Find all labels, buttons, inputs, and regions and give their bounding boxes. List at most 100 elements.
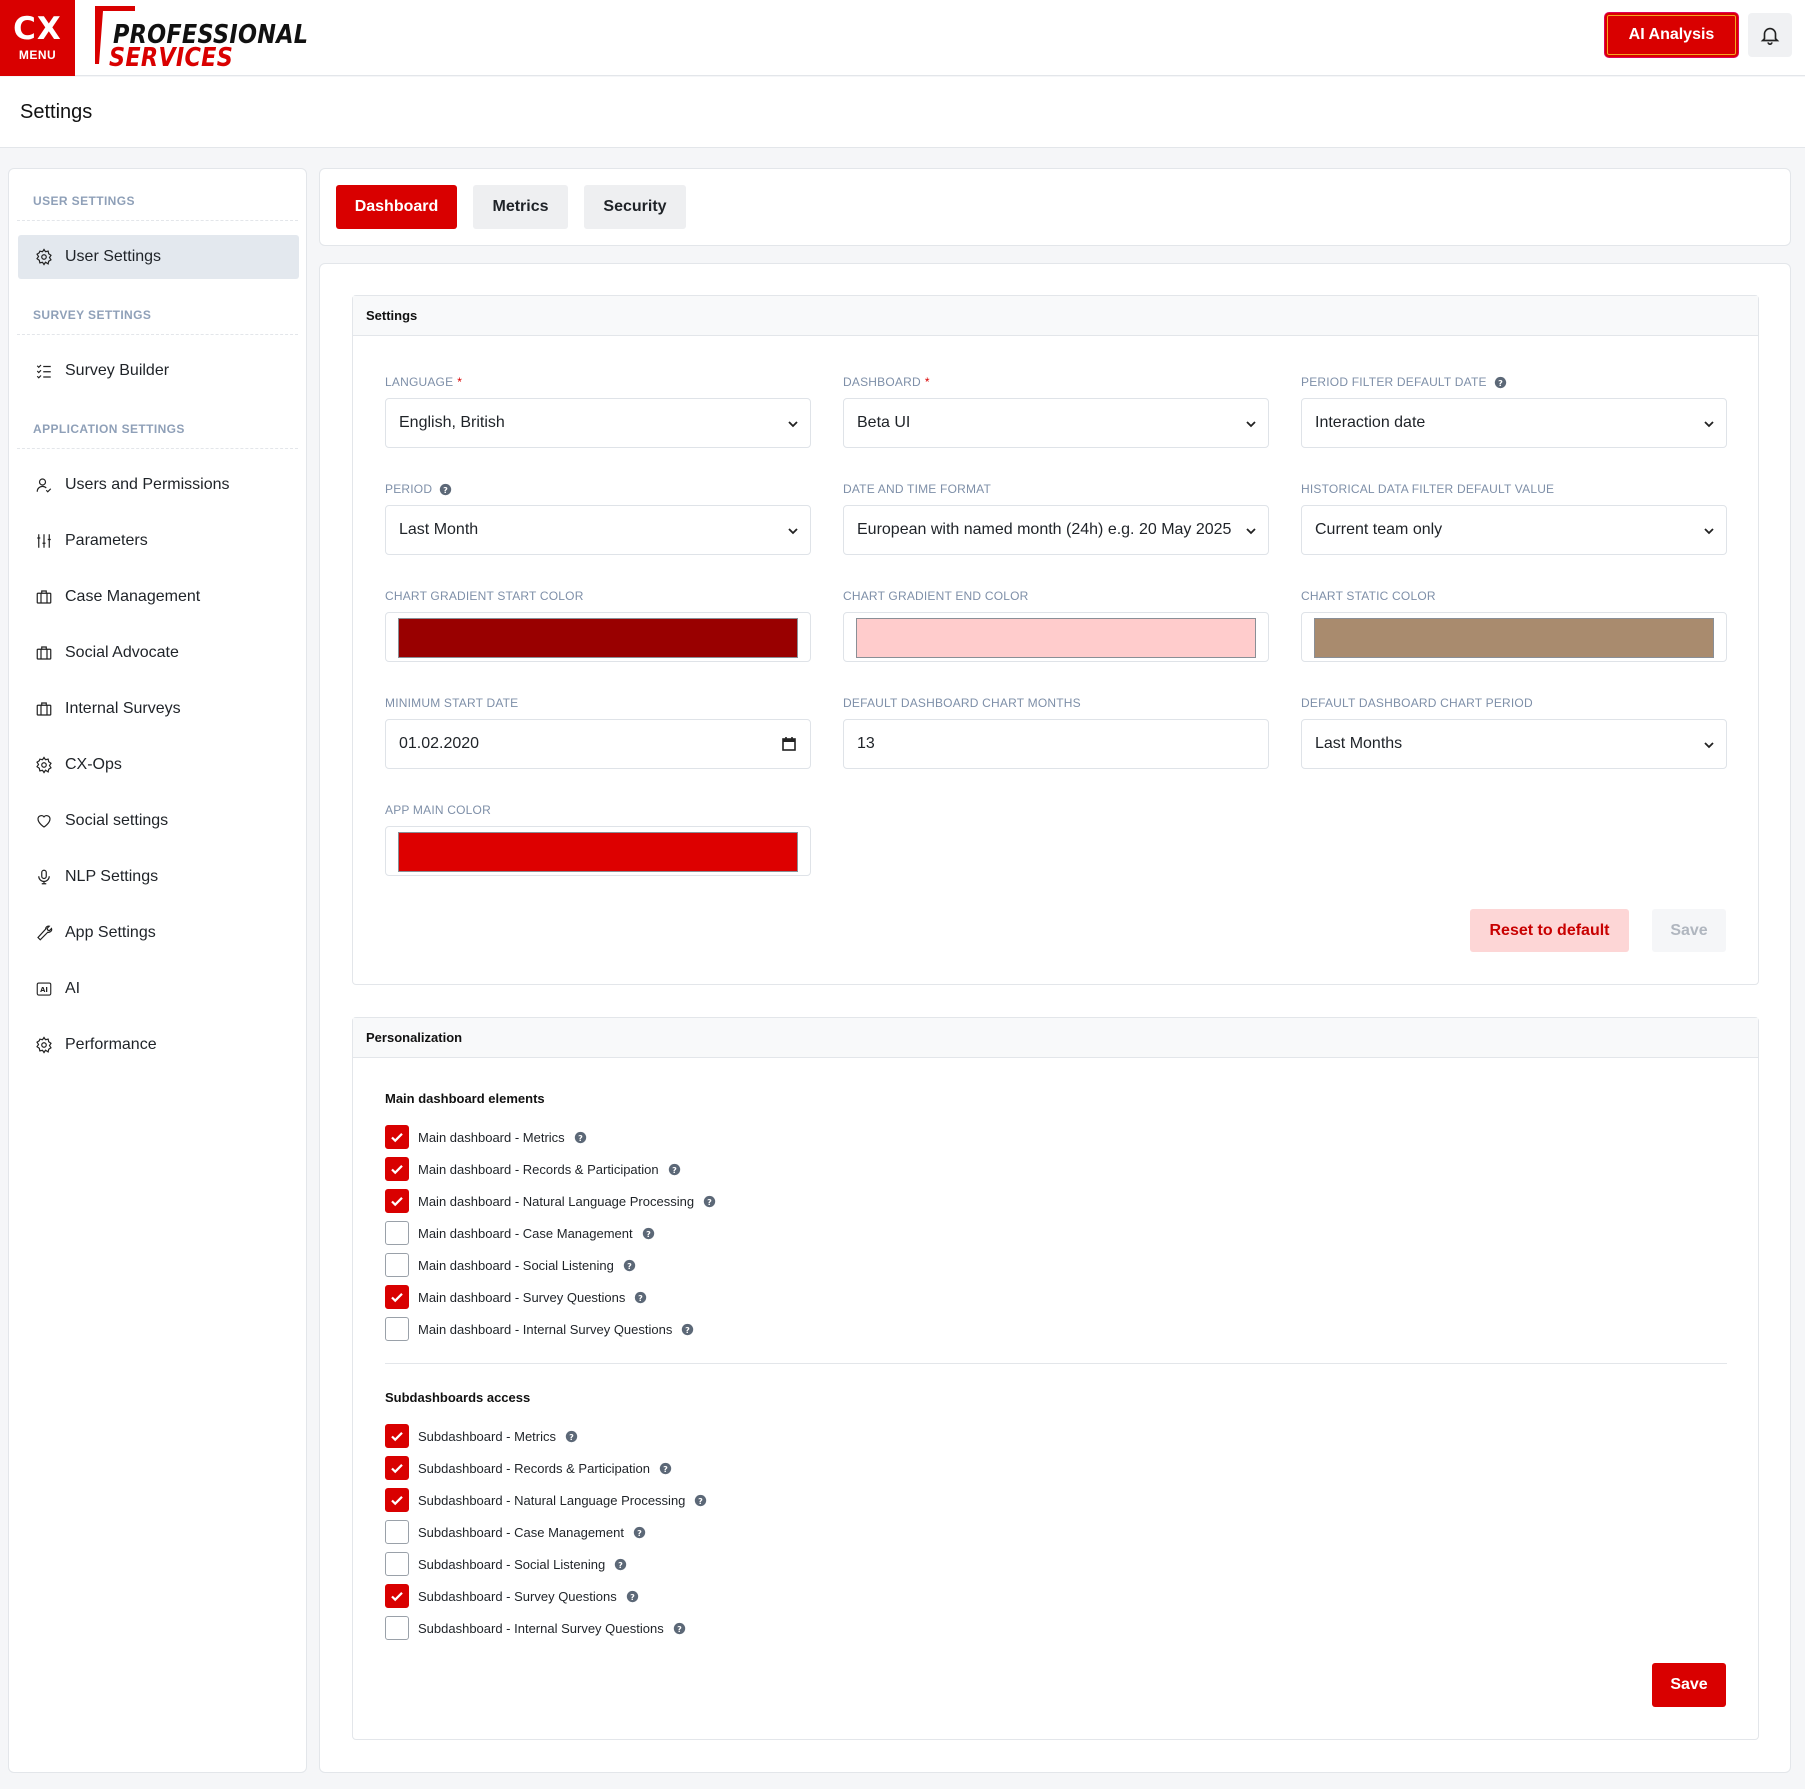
- dashboard-select[interactable]: Beta UI: [843, 398, 1269, 448]
- checkbox-row[interactable]: Subdashboard - Records & Participation?: [385, 1456, 672, 1480]
- checkbox-row[interactable]: Subdashboard - Social Listening?: [385, 1552, 627, 1576]
- checkbox-unchecked[interactable]: [385, 1221, 409, 1245]
- gear-icon: [34, 1035, 54, 1055]
- sidebar-item-label: NLP Settings: [65, 868, 159, 885]
- checkbox-unchecked[interactable]: [385, 1616, 409, 1640]
- help-icon[interactable]: ?: [659, 1462, 672, 1475]
- period-filter-label: PERIOD FILTER DEFAULT DATE ?: [1301, 375, 1507, 389]
- sidebar-item-label: AI: [65, 980, 81, 997]
- settings-save-button[interactable]: Save: [1652, 909, 1726, 952]
- cx-menu-button[interactable]: CX MENU: [0, 0, 75, 76]
- checkbox-unchecked[interactable]: [385, 1552, 409, 1576]
- reset-to-default-button[interactable]: Reset to default: [1470, 909, 1629, 952]
- checkbox-unchecked[interactable]: [385, 1253, 409, 1277]
- sidebar-item-parameters[interactable]: Parameters: [18, 519, 299, 563]
- chart-period-select[interactable]: Last Months: [1301, 719, 1727, 769]
- checkbox-checked[interactable]: [385, 1189, 409, 1213]
- checkbox-row[interactable]: Main dashboard - Survey Questions?: [385, 1285, 647, 1309]
- historical-filter-select[interactable]: Current team only: [1301, 505, 1727, 555]
- notifications-button[interactable]: [1748, 13, 1792, 57]
- period-filter-select[interactable]: Interaction date: [1301, 398, 1727, 448]
- checkbox-row[interactable]: Subdashboard - Natural Language Processi…: [385, 1488, 707, 1512]
- checkbox-label: Main dashboard - Metrics: [418, 1129, 565, 1145]
- ai-chip-icon: AI: [34, 979, 54, 999]
- chart-months-value: 13: [857, 735, 875, 752]
- sidebar-item-user-settings[interactable]: User Settings: [18, 235, 299, 279]
- help-icon[interactable]: ?: [623, 1259, 636, 1272]
- date-format-select[interactable]: European with named month (24h) e.g. 20 …: [843, 505, 1269, 555]
- period-value: Last Month: [399, 521, 479, 538]
- sidebar-item-internal-surveys[interactable]: Internal Surveys: [18, 687, 299, 731]
- app-main-color-picker[interactable]: [385, 826, 811, 876]
- sidebar-item-cx-ops[interactable]: CX-Ops: [18, 743, 299, 787]
- help-icon[interactable]: ?: [626, 1590, 639, 1603]
- help-icon[interactable]: ?: [681, 1323, 694, 1336]
- chevron-down-icon: [1246, 421, 1256, 428]
- help-icon[interactable]: ?: [673, 1622, 686, 1635]
- help-icon[interactable]: ?: [634, 1291, 647, 1304]
- calendar-icon[interactable]: [781, 736, 797, 752]
- checkbox-row[interactable]: Subdashboard - Metrics?: [385, 1424, 578, 1448]
- checkbox-checked[interactable]: [385, 1424, 409, 1448]
- tab-metrics[interactable]: Metrics: [473, 185, 568, 229]
- help-icon[interactable]: ?: [614, 1558, 627, 1571]
- checkbox-row[interactable]: Main dashboard - Internal Survey Questio…: [385, 1317, 694, 1341]
- brand-logo[interactable]: PROFESSIONAL SERVICES: [95, 6, 308, 73]
- checkbox-row[interactable]: Main dashboard - Natural Language Proces…: [385, 1189, 716, 1213]
- sidebar-item-label: Case Management: [65, 588, 201, 605]
- sidebar-item-social-settings[interactable]: Social settings: [18, 799, 299, 843]
- min-start-date-input[interactable]: 01.02.2020: [385, 719, 811, 769]
- checkbox-row[interactable]: Main dashboard - Social Listening?: [385, 1253, 636, 1277]
- gradient-start-color-picker[interactable]: [385, 612, 811, 662]
- personalization-save-button[interactable]: Save: [1652, 1663, 1726, 1707]
- help-icon[interactable]: ?: [633, 1526, 646, 1539]
- sidebar-item-app-settings[interactable]: App Settings: [18, 911, 299, 955]
- checkbox-row[interactable]: Subdashboard - Case Management?: [385, 1520, 646, 1544]
- chart-months-input[interactable]: 13: [843, 719, 1269, 769]
- help-icon[interactable]: ?: [574, 1131, 587, 1144]
- sidebar-item-survey-builder[interactable]: Survey Builder: [18, 349, 299, 393]
- static-color-picker[interactable]: [1301, 612, 1727, 662]
- checkbox-row[interactable]: Main dashboard - Case Management?: [385, 1221, 655, 1245]
- help-icon[interactable]: ?: [668, 1163, 681, 1176]
- checkbox-checked[interactable]: [385, 1488, 409, 1512]
- checkbox-label: Subdashboard - Social Listening: [418, 1556, 606, 1572]
- microphone-icon: [34, 867, 54, 887]
- sidebar-item-ai[interactable]: AI AI: [18, 967, 299, 1011]
- checkbox-unchecked[interactable]: [385, 1520, 409, 1544]
- checkbox-checked[interactable]: [385, 1285, 409, 1309]
- sidebar-item-case-management[interactable]: Case Management: [18, 575, 299, 619]
- checkbox-label: Subdashboard - Internal Survey Questions: [418, 1620, 664, 1636]
- checkbox-row[interactable]: Subdashboard - Internal Survey Questions…: [385, 1616, 686, 1640]
- period-select[interactable]: Last Month: [385, 505, 811, 555]
- language-select[interactable]: English, British: [385, 398, 811, 448]
- checkbox-checked[interactable]: [385, 1584, 409, 1608]
- min-start-date-label: MINIMUM START DATE: [385, 696, 519, 710]
- tab-dashboard[interactable]: Dashboard: [336, 185, 457, 229]
- checkbox-unchecked[interactable]: [385, 1317, 409, 1341]
- checkbox-label: Subdashboard - Survey Questions: [418, 1588, 617, 1604]
- dashboard-label: DASHBOARD *: [843, 375, 930, 389]
- checkbox-row[interactable]: Main dashboard - Records & Participation…: [385, 1157, 681, 1181]
- sidebar-item-users-permissions[interactable]: Users and Permissions: [18, 463, 299, 507]
- checkbox-checked[interactable]: [385, 1125, 409, 1149]
- sidebar-item-social-advocate[interactable]: Social Advocate: [18, 631, 299, 675]
- check-icon: [391, 1197, 403, 1207]
- sidebar-item-performance[interactable]: Performance: [18, 1023, 299, 1067]
- checkbox-row[interactable]: Main dashboard - Metrics?: [385, 1125, 587, 1149]
- help-icon[interactable]: ?: [703, 1195, 716, 1208]
- gradient-end-color-picker[interactable]: [843, 612, 1269, 662]
- help-icon[interactable]: ?: [642, 1227, 655, 1240]
- checkbox-checked[interactable]: [385, 1456, 409, 1480]
- chevron-down-icon: [1246, 528, 1256, 535]
- help-icon[interactable]: ?: [439, 483, 452, 496]
- checkbox-checked[interactable]: [385, 1157, 409, 1181]
- sidebar-item-nlp-settings[interactable]: NLP Settings: [18, 855, 299, 899]
- checkbox-row[interactable]: Subdashboard - Survey Questions?: [385, 1584, 639, 1608]
- help-icon[interactable]: ?: [694, 1494, 707, 1507]
- ai-analysis-button[interactable]: AI Analysis: [1605, 13, 1738, 57]
- help-icon[interactable]: ?: [565, 1430, 578, 1443]
- help-icon[interactable]: ?: [1494, 376, 1507, 389]
- language-value: English, British: [399, 414, 505, 431]
- tab-security[interactable]: Security: [584, 185, 686, 229]
